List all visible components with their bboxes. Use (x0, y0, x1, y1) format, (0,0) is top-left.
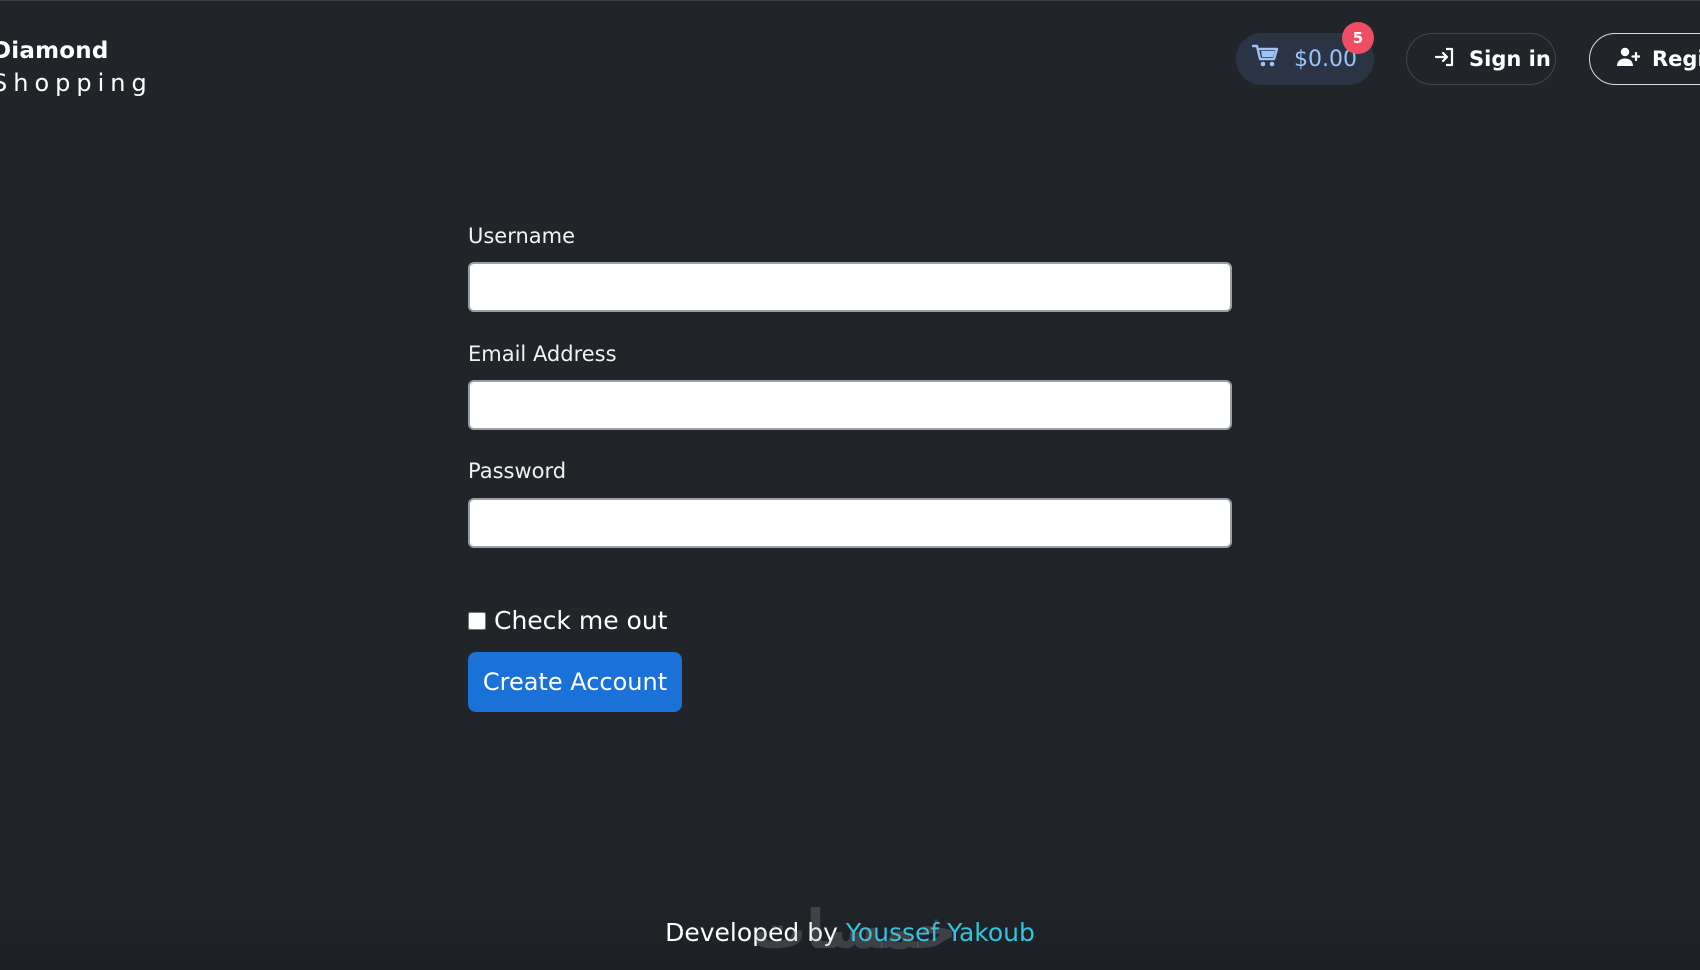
user-plus-icon (1616, 45, 1641, 74)
register-label: Register (1652, 47, 1700, 71)
check-me-out-checkbox[interactable] (468, 611, 486, 630)
cart-count-badge: 5 (1342, 22, 1374, 54)
brand-logo[interactable]: Diamond Shopping (0, 36, 153, 98)
username-input[interactable] (468, 262, 1232, 312)
register-button[interactable]: Register (1589, 33, 1700, 85)
top-border (0, 0, 1700, 1)
email-label: Email Address (468, 342, 617, 366)
username-label: Username (468, 224, 576, 248)
sign-in-button[interactable]: Sign in (1406, 33, 1556, 85)
password-input[interactable] (468, 498, 1232, 548)
footer-credit: Developed by Youssef Yakoub (0, 918, 1700, 947)
check-me-out-label: Check me out (494, 606, 668, 635)
author-link[interactable]: Youssef Yakoub (846, 918, 1035, 947)
create-account-button[interactable]: Create Account (468, 652, 682, 712)
password-label: Password (468, 459, 567, 483)
cart-icon (1251, 43, 1280, 75)
email-input[interactable] (468, 380, 1232, 430)
brand-subtitle: Shopping (0, 69, 153, 97)
footer-prefix: Developed by (665, 918, 838, 947)
sign-in-icon (1433, 45, 1457, 74)
check-me-out-row: Check me out (468, 606, 667, 635)
brand-title: Diamond (0, 38, 109, 64)
sign-in-label: Sign in (1469, 47, 1551, 71)
